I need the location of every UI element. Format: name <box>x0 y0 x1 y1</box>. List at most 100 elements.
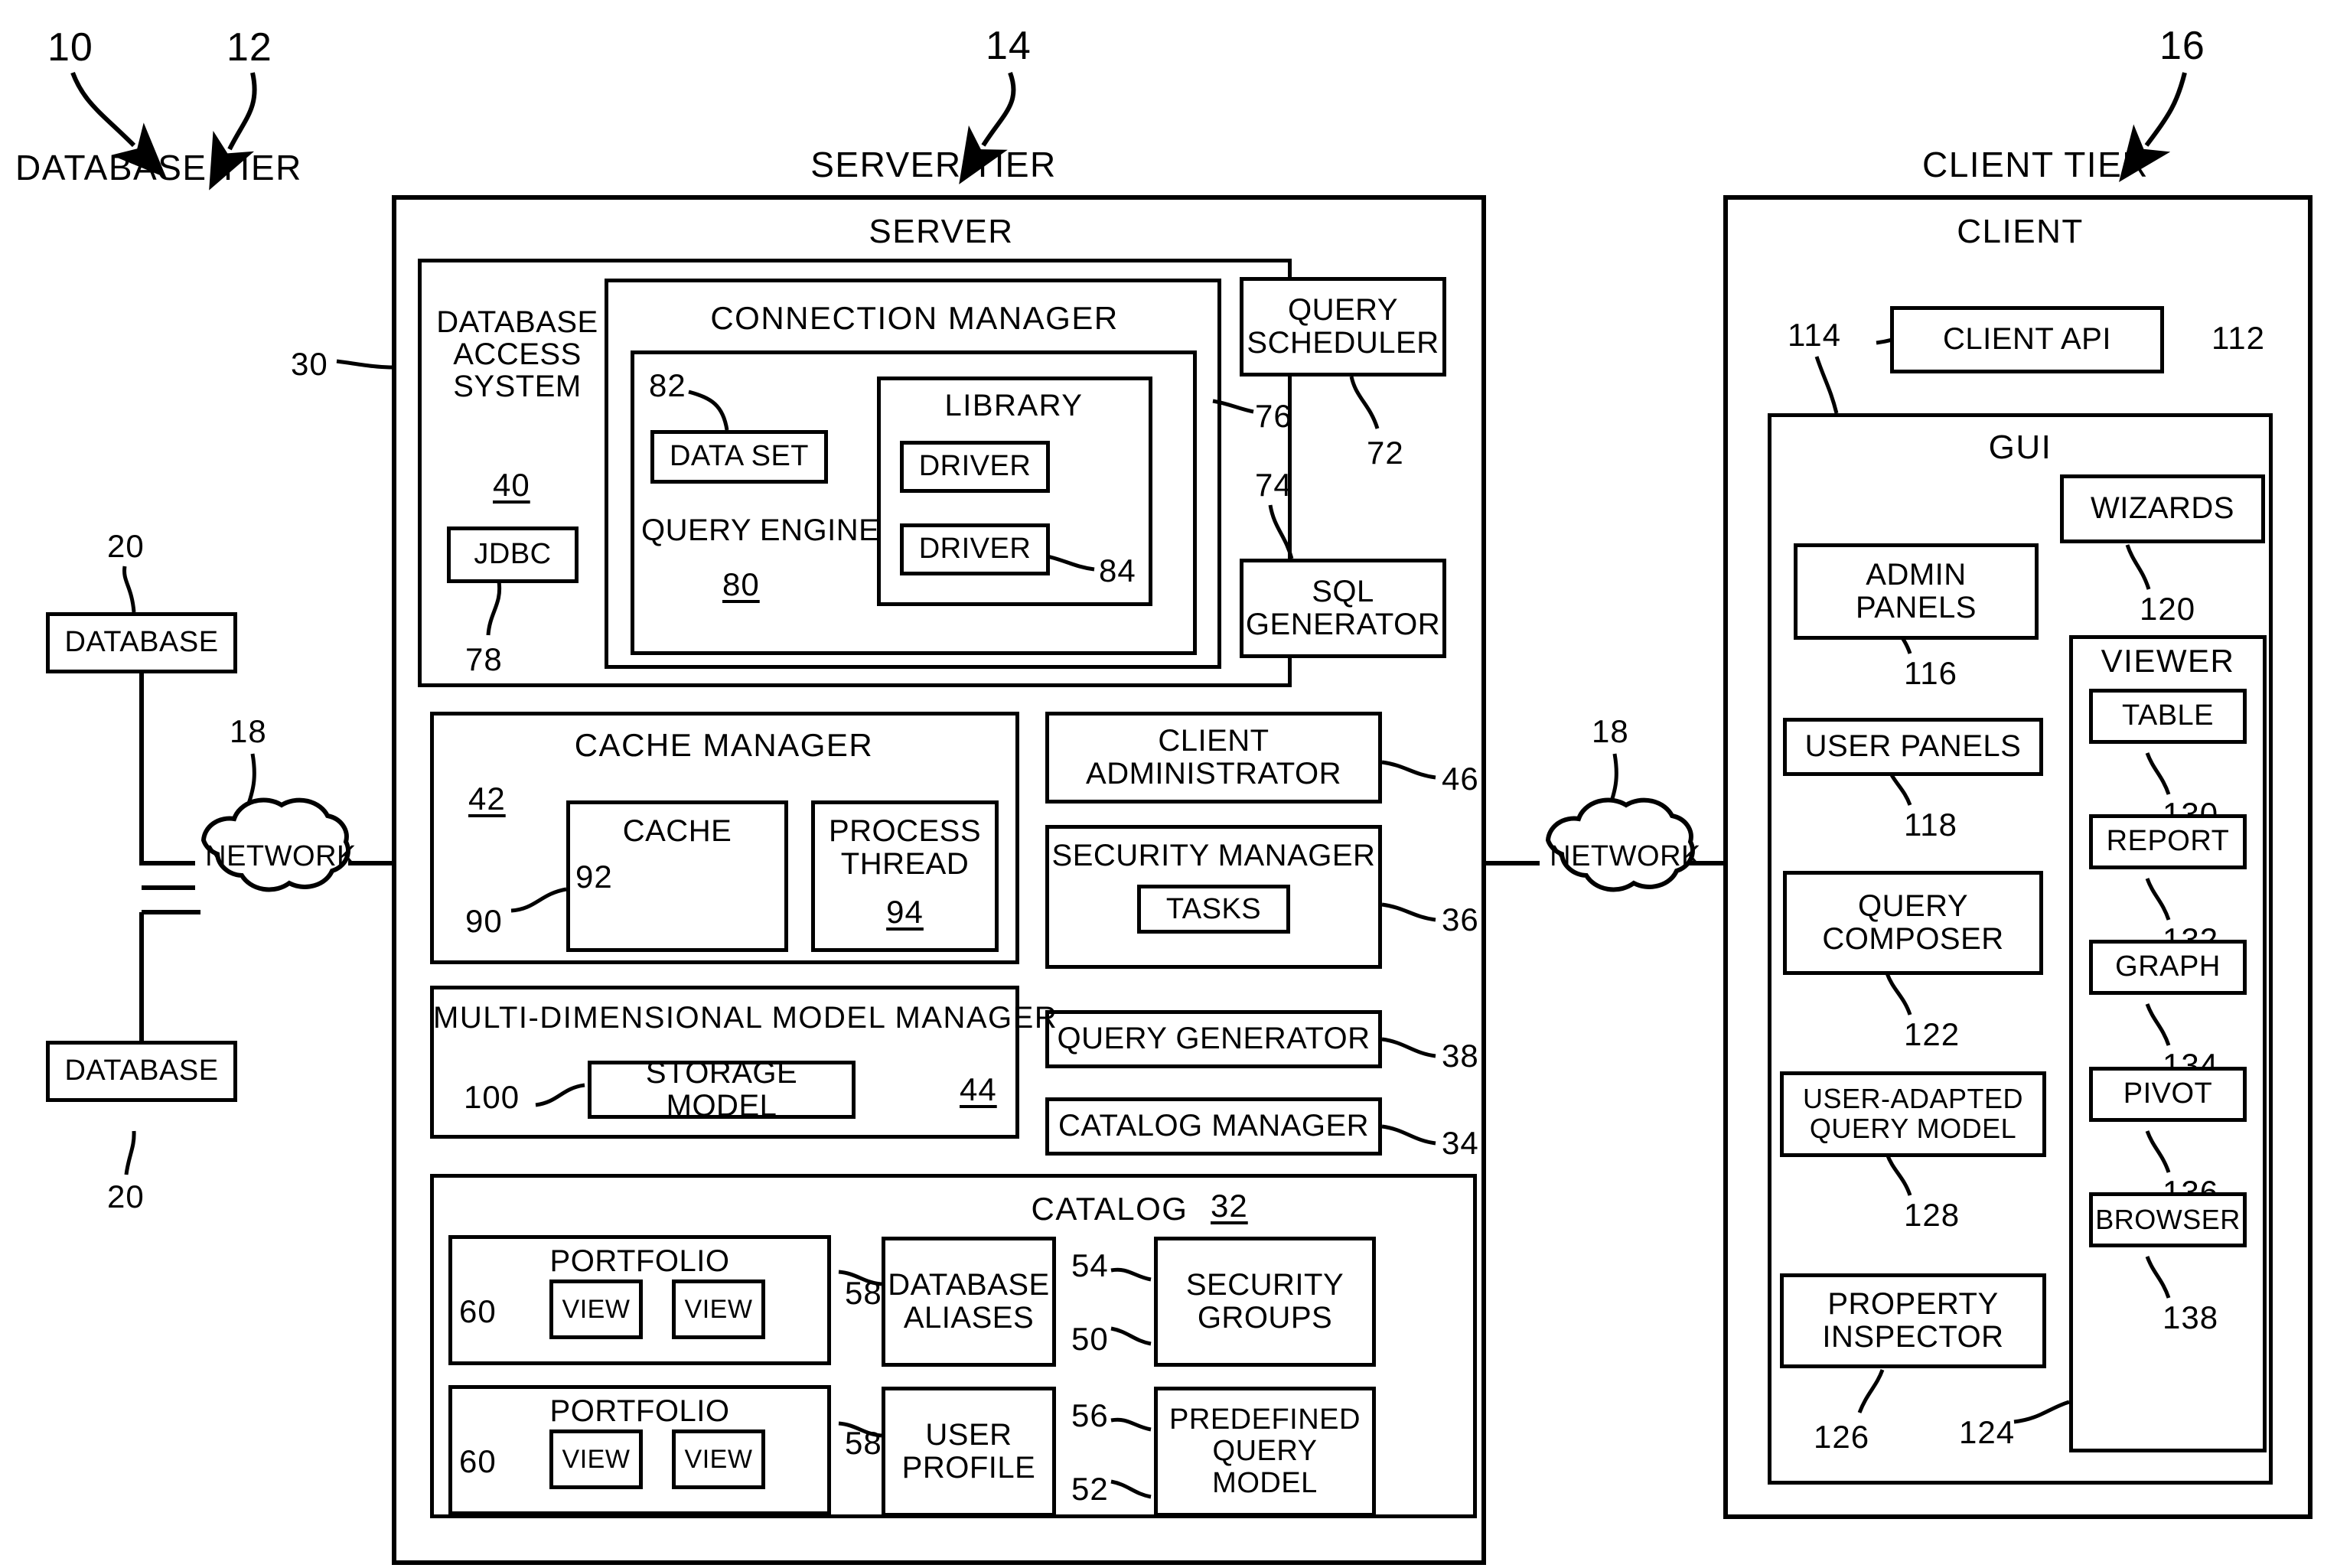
admin-panels-box[interactable]: ADMIN PANELS <box>1794 543 2039 640</box>
database-box-top[interactable]: DATABASE <box>46 612 237 673</box>
query-scheduler-box[interactable]: QUERY SCHEDULER <box>1240 277 1446 377</box>
database-box-bottom-label: DATABASE <box>64 1055 219 1087</box>
ref-10: 10 <box>47 25 93 70</box>
client-label: CLIENT <box>1957 213 2084 250</box>
viewer-item-report-label: REPORT <box>2106 825 2230 858</box>
data-set-box[interactable]: DATA SET <box>650 430 828 484</box>
viewer-item-report[interactable]: REPORT <box>2089 814 2247 869</box>
query-scheduler-label: QUERY SCHEDULER <box>1247 292 1439 360</box>
portfolio-1-view-1[interactable]: VIEW <box>549 1280 643 1339</box>
security-groups-box[interactable]: SECURITY GROUPS <box>1154 1237 1376 1367</box>
driver-box-1[interactable]: DRIVER <box>900 441 1050 493</box>
viewer-item-table[interactable]: TABLE <box>2089 689 2247 744</box>
ref-18-middle: 18 <box>1592 713 1629 749</box>
user-panels-label: USER PANELS <box>1804 729 2022 764</box>
security-manager-label: SECURITY MANAGER <box>1051 839 1376 872</box>
query-generator-box[interactable]: QUERY GENERATOR <box>1045 1010 1382 1068</box>
ref-20-top: 20 <box>107 528 145 564</box>
tasks-label: TASKS <box>1165 892 1262 925</box>
ref-138: 138 <box>2163 1299 2219 1335</box>
network-cloud-left-label: NETWORK <box>205 840 357 872</box>
ref-34: 34 <box>1442 1125 1479 1161</box>
sql-generator-box[interactable]: SQL GENERATOR <box>1240 559 1446 658</box>
cache-label: CACHE <box>622 814 732 848</box>
user-panels-box[interactable]: USER PANELS <box>1783 718 2043 776</box>
ref-44: 44 <box>960 1071 997 1107</box>
ref-120: 120 <box>2140 591 2196 627</box>
portfolio-2-view-2[interactable]: VIEW <box>672 1429 765 1489</box>
sql-generator-label: SQL GENERATOR <box>1245 574 1441 641</box>
gui-title: GUI <box>1988 429 2052 466</box>
user-adapted-query-model-label: USER-ADAPTED QUERY MODEL <box>1802 1083 2024 1144</box>
portfolio-1-view-2[interactable]: VIEW <box>672 1280 765 1339</box>
ref-116: 116 <box>1904 655 1957 691</box>
viewer-item-browser[interactable]: BROWSER <box>2089 1192 2247 1247</box>
ref-32: 32 <box>1211 1188 1248 1224</box>
ref-72: 72 <box>1367 435 1404 471</box>
ref-90: 90 <box>465 903 503 939</box>
patent-figure: 10 12 14 16 DATABASE TIER SERVER TIER CL… <box>0 0 2350 1568</box>
viewer-item-graph-label: GRAPH <box>2115 950 2221 983</box>
ref-82: 82 <box>649 367 686 403</box>
jdbc-box[interactable]: JDBC <box>447 526 579 583</box>
property-inspector-label: PROPERTY INSPECTOR <box>1822 1286 2004 1354</box>
cache-manager-title: CACHE MANAGER <box>574 727 874 763</box>
database-access-system-title: DATABASE ACCESS SYSTEM <box>436 305 598 403</box>
ref-126: 126 <box>1814 1419 1870 1455</box>
tasks-box[interactable]: TASKS <box>1137 885 1290 934</box>
user-adapted-query-model-box[interactable]: USER-ADAPTED QUERY MODEL <box>1780 1071 2046 1157</box>
wizards-box[interactable]: WIZARDS <box>2060 474 2265 543</box>
data-set-label: DATA SET <box>669 440 810 473</box>
driver-box-1-label: DRIVER <box>918 450 1032 483</box>
database-tier-title: DATABASE TIER <box>15 148 302 187</box>
jdbc-label: JDBC <box>474 538 552 571</box>
query-composer-label: QUERY COMPOSER <box>1822 888 2004 956</box>
security-groups-label: SECURITY GROUPS <box>1185 1267 1344 1335</box>
driver-box-2-label: DRIVER <box>918 533 1032 566</box>
ref-30: 30 <box>291 346 328 382</box>
ref-36: 36 <box>1442 901 1479 937</box>
client-tier-title: CLIENT TIER <box>1922 145 2149 184</box>
query-generator-label: QUERY GENERATOR <box>1057 1022 1371 1056</box>
portfolio-2-view-1[interactable]: VIEW <box>549 1429 643 1489</box>
ref-122: 122 <box>1904 1016 1961 1052</box>
ref-50: 50 <box>1071 1321 1109 1357</box>
predefined-query-model-box[interactable]: PREDEFINED QUERY MODEL <box>1154 1387 1376 1517</box>
ref-124: 124 <box>1959 1414 2016 1450</box>
wizards-label: WIZARDS <box>2091 491 2234 526</box>
catalog-manager-box[interactable]: CATALOG MANAGER <box>1045 1097 1382 1156</box>
query-composer-box[interactable]: QUERY COMPOSER <box>1783 871 2043 975</box>
ref-114: 114 <box>1788 317 1841 353</box>
process-thread-box[interactable]: PROCESS THREAD 94 <box>811 800 999 952</box>
user-profile-label: USER PROFILE <box>901 1417 1036 1485</box>
portfolio-1-view-2-label: VIEW <box>684 1294 753 1324</box>
ref-42: 42 <box>468 781 506 817</box>
viewer-item-pivot[interactable]: PIVOT <box>2089 1067 2247 1122</box>
predefined-query-model-label: PREDEFINED QUERY MODEL <box>1169 1403 1361 1499</box>
database-box-bottom[interactable]: DATABASE <box>46 1041 237 1102</box>
user-profile-box[interactable]: USER PROFILE <box>882 1387 1056 1517</box>
client-api-label: CLIENT API <box>1943 322 2111 357</box>
server-label: SERVER <box>869 213 1014 250</box>
connection-manager-title: CONNECTION MANAGER <box>710 300 1119 336</box>
ref-60-bottom: 60 <box>459 1443 497 1479</box>
database-box-top-label: DATABASE <box>64 626 219 659</box>
storage-model-box[interactable]: STORAGE MODEL <box>588 1056 856 1123</box>
driver-box-2[interactable]: DRIVER <box>900 523 1050 575</box>
ref-94: 94 <box>886 894 924 931</box>
client-administrator-box[interactable]: CLIENT ADMINISTRATOR <box>1045 712 1382 804</box>
client-api-box[interactable]: CLIENT API <box>1890 306 2164 373</box>
security-manager-box[interactable]: SECURITY MANAGER TASKS <box>1045 825 1382 969</box>
ref-112: 112 <box>2211 320 2265 356</box>
ref-16: 16 <box>2159 24 2205 68</box>
process-thread-label: PROCESS THREAD <box>828 814 982 882</box>
property-inspector-box[interactable]: PROPERTY INSPECTOR <box>1780 1273 2046 1368</box>
ref-60-top: 60 <box>459 1293 497 1329</box>
ref-58-top: 58 <box>845 1275 882 1311</box>
database-aliases-box[interactable]: DATABASE ALIASES <box>882 1237 1056 1367</box>
viewer-item-pivot-label: PIVOT <box>2123 1077 2213 1110</box>
catalog-manager-label: CATALOG MANAGER <box>1058 1109 1370 1143</box>
ref-118: 118 <box>1904 807 1957 843</box>
viewer-item-graph[interactable]: GRAPH <box>2089 940 2247 995</box>
ref-38: 38 <box>1442 1038 1479 1074</box>
